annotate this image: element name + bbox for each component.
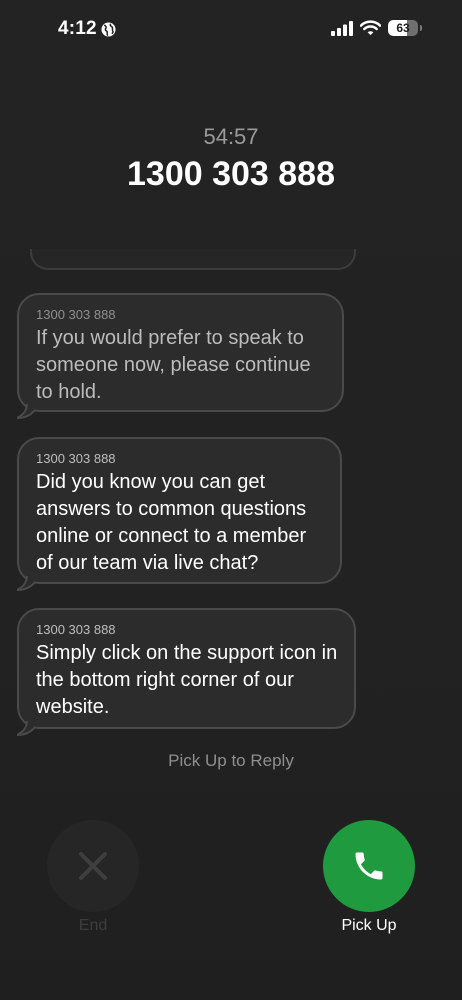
pickup-to-reply-hint: Pick Up to Reply — [168, 751, 294, 770]
end-call-button[interactable] — [47, 820, 139, 912]
battery-level: 63 — [396, 21, 410, 35]
pick-up-button[interactable] — [323, 820, 415, 912]
wifi-icon — [360, 20, 381, 36]
bubble-tail — [17, 721, 36, 736]
status-time: 4:12 — [58, 18, 97, 39]
message-text: Simply click on the support icon in the … — [36, 642, 338, 718]
signal-icon — [331, 20, 353, 36]
end-call-label: End — [78, 917, 108, 934]
message-sender: 1300 303 888 — [36, 307, 116, 322]
message-sender: 1300 303 888 — [36, 622, 116, 637]
message-text: If you would prefer to speak to someone … — [36, 327, 311, 403]
pick-up-label: Pick Up — [341, 917, 397, 934]
caller-number: 1300 303 888 — [127, 155, 335, 193]
bubble-tail — [17, 404, 36, 419]
call-timer: 54:57 — [203, 124, 259, 149]
close-icon — [79, 852, 107, 880]
bubble-tail — [17, 576, 36, 591]
phone-icon — [355, 852, 383, 880]
globe-icon — [101, 21, 116, 37]
scroll-fade-mask — [0, 215, 462, 249]
message-text: Did you know you can get answers to comm… — [36, 471, 307, 574]
status-time-group: 4:12 — [58, 18, 116, 40]
battery-tip — [419, 25, 422, 31]
battery-icon: 63 — [388, 20, 422, 36]
status-bar: 4:12 63 — [0, 0, 462, 60]
message-sender: 1300 303 888 — [36, 451, 116, 466]
incoming-call-screen: 4:12 63 54:57 1300 303 888 1300 303 888 … — [0, 0, 462, 1000]
message-bubble: 1300 303 888 Did you know you can get an… — [17, 437, 342, 591]
status-indicators: 63 — [331, 20, 422, 36]
message-bubble: 1300 303 888 If you would prefer to spea… — [17, 293, 344, 419]
message-bubble: 1300 303 888 Simply click on the support… — [17, 608, 356, 736]
